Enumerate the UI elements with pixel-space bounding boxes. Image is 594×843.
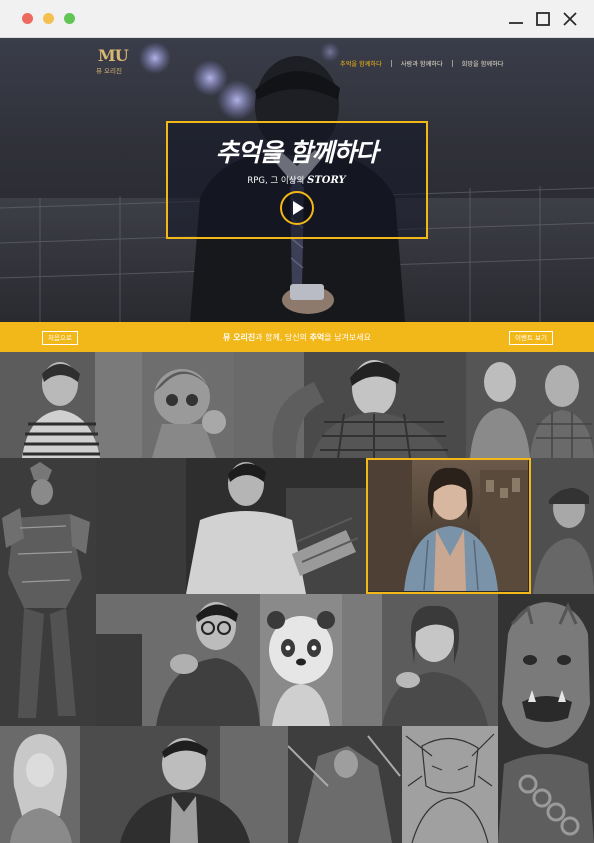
banner-brand: 뮤 오리진	[222, 333, 256, 342]
banner-message: 뮤 오리진과 함께, 당신의 추억을 남겨보세요	[0, 332, 594, 343]
zoom-window-dot[interactable]	[64, 13, 75, 24]
banner-text-1: 과 함께, 당신의	[255, 333, 310, 342]
nav-item-people[interactable]: 사람과 함께하다	[401, 59, 443, 68]
title-bar	[0, 0, 594, 38]
photo-tile-armored-warrior[interactable]	[0, 458, 96, 726]
photo-tile-two-men[interactable]	[466, 352, 594, 458]
play-video-button[interactable]	[280, 191, 314, 225]
photo-tile-smiling-woman[interactable]	[342, 594, 498, 726]
photo-tile-fantasy-warrior[interactable]	[288, 726, 402, 843]
minimize-window-dot[interactable]	[43, 13, 54, 24]
logo-subtitle: 뮤 오리진	[96, 67, 122, 75]
nav-item-hope[interactable]: 희망을 함께하다	[462, 59, 504, 68]
logo-mark: MU	[98, 46, 129, 65]
top-navigation: 추억을 함께하다 사람과 함께하다 희망을 함께하다	[340, 58, 503, 68]
photo-tile-orc-character[interactable]	[498, 594, 594, 843]
photo-tile-elf-character[interactable]	[0, 726, 80, 843]
photo-tile-anime-character[interactable]	[142, 352, 234, 458]
photo-mosaic	[0, 352, 594, 843]
hero-title: 추억을 함께하다	[215, 138, 379, 167]
view-event-button[interactable]: 이벤트 보기	[509, 331, 553, 345]
photo-tile-man-with-glasses[interactable]	[96, 594, 260, 726]
close-icon[interactable]	[560, 9, 580, 29]
photo-tile-plaid-shirt-man[interactable]	[234, 352, 466, 458]
hero-section: MU 뮤 오리진 추억을 함께하다 사람과 함께하다 희망을 함께하다 추억을 …	[0, 38, 594, 322]
hero-subtitle-prefix: RPG, 그 이상의	[247, 176, 308, 186]
photo-tile-man-in-vest[interactable]	[80, 726, 288, 843]
photo-tile-manga-sketch[interactable]	[402, 726, 498, 843]
photo-tile-man-in-office[interactable]	[96, 458, 366, 594]
mu-origin-logo[interactable]: MU 뮤 오리진	[92, 46, 138, 76]
nav-item-memories[interactable]: 추억을 함께하다	[340, 59, 382, 68]
close-window-dot[interactable]	[22, 13, 33, 24]
photo-tile-striped-shirt-man[interactable]	[0, 352, 142, 458]
nav-divider	[390, 59, 392, 67]
hero-subtitle-story: STORY	[307, 175, 346, 186]
event-banner: 처음으로 뮤 오리진과 함께, 당신의 추억을 남겨보세요 이벤트 보기	[0, 322, 594, 352]
featured-photo-tile-woman[interactable]	[366, 458, 531, 594]
banner-text-2: 을 남겨보세요	[324, 333, 371, 342]
photo-tile-panda-character[interactable]	[260, 594, 342, 726]
minimize-icon[interactable]	[506, 9, 526, 29]
maximize-icon[interactable]	[533, 9, 553, 29]
browser-window: MU 뮤 오리진 추억을 함께하다 사람과 함께하다 희망을 함께하다 추억을 …	[0, 0, 594, 843]
photo-tile-man-in-cap[interactable]	[531, 458, 594, 594]
banner-memory: 추억	[309, 333, 325, 342]
hero-subtitle: RPG, 그 이상의 STORY	[168, 174, 425, 186]
nav-divider	[451, 59, 453, 67]
play-icon	[293, 201, 304, 215]
hero-promo-box: 추억을 함께하다 RPG, 그 이상의 STORY	[166, 121, 428, 239]
